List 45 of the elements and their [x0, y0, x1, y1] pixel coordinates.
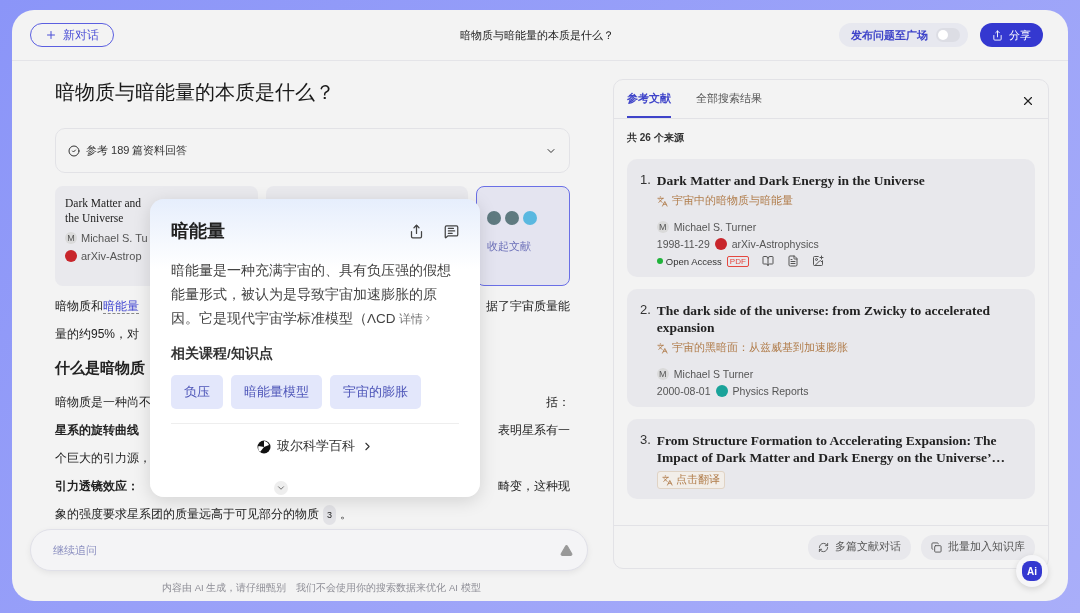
collapse-label: 收起文献: [487, 239, 532, 254]
reference-number: 3.: [640, 432, 651, 449]
answer-text: 表明星系有一: [498, 422, 570, 439]
answer-text: 暗物质是一种尚不: [55, 394, 151, 411]
assistant-badge: Ai: [1022, 561, 1042, 581]
page-title: 暗物质与暗能量的本质是什么？: [458, 27, 615, 43]
journal-name: arXiv-Astrop: [81, 250, 142, 262]
translated-title: 宇宙中的暗物质与暗能量: [671, 194, 793, 208]
answer-text: 个巨大的引力源，: [55, 450, 151, 467]
related-title: 相关课程/知识点: [171, 345, 274, 363]
answer-text: 暗物质和暗能量: [55, 298, 139, 316]
reference-title: The dark side of the universe: from Zwicky to accelerated expansion: [656, 302, 991, 336]
open-access-label: Open Access: [656, 255, 722, 267]
author-name: Michael S. Tu: [81, 232, 148, 244]
answer-text: 据了宇宙质量能: [486, 298, 570, 315]
disclaimer-text: 我们不会使用你的搜索数据来优化 AI 模型: [296, 582, 481, 595]
reference-number: 2.: [640, 302, 651, 319]
answer-text: 象的强度要求星系团的质量远高于可见部分的物质 3 。: [55, 504, 352, 525]
sources-summary-label: 参考 189 篇资料回答: [86, 143, 188, 158]
reference-number: 1.: [640, 172, 651, 189]
section-heading: 什么是暗物质: [55, 358, 145, 378]
author-name: Michael S. Turner: [673, 221, 757, 233]
reference-title: Dark Matter and Dark Energy in the Universe: [656, 172, 925, 189]
disclaimer-text: 内容由 AI 生成，请仔细甄别: [162, 582, 287, 595]
source-count: 共 26 个来源: [626, 131, 685, 145]
journal-name: arXiv-Astrophysics: [731, 238, 819, 250]
author-name: Michael S Turner: [673, 368, 754, 380]
popup-title: 暗能量: [171, 220, 225, 243]
question-heading: 暗物质与暗能量的本质是什么？: [55, 80, 336, 105]
author-avatar: M: [656, 221, 669, 233]
publish-date: 2000-08-01: [656, 385, 711, 397]
translated-title: 宇宙的黑暗面：从兹威基到加速膨胀: [671, 341, 848, 355]
card-title: Dark Matter and the Universe: [65, 196, 142, 226]
answer-text: 括：: [546, 394, 570, 411]
publish-date: 1998-11-29: [656, 238, 710, 250]
answer-text: 畸变，这种现: [498, 478, 570, 495]
pdf-badge: PDF: [726, 255, 749, 267]
answer-text: 量的约95%，对: [55, 326, 140, 343]
author-avatar: M: [656, 368, 669, 380]
answer-text: 星系的旋转曲线: [55, 422, 139, 439]
reference-title: From Structure Formation to Accelerating Expansion: The Impact of Dark Matter and Dark Energy on the Universe’…: [656, 432, 1006, 466]
journal-name: Physics Reports: [732, 385, 809, 397]
author-avatar: M: [65, 232, 77, 244]
definition-text: 暗能量是一种充满宇宙的、具有负压强的假想能量形式，被认为是导致宇宙加速膨胀的原因。它是现代宇宙学标准模型（ΛCD 详情: [171, 262, 452, 328]
answer-text: 引力透镜效应：: [55, 478, 139, 495]
